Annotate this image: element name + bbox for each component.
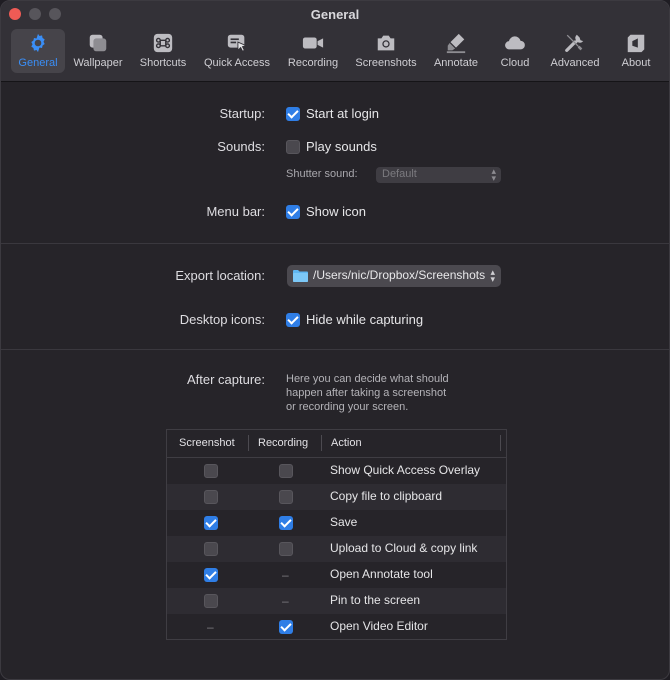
table-row: Show Quick Access Overlay [167,458,506,484]
title-bar: General General Wallpaper Shortcuts Quic… [1,1,669,82]
sounds-label: Sounds: [217,139,265,154]
chevron-updown-icon: ▴ ▾ [490,267,495,284]
after-capture-description: Here you can decide what should happen a… [286,372,486,414]
window-title: General [310,7,360,22]
tab-shortcuts[interactable]: Shortcuts [135,29,191,73]
action-label: Show Quick Access Overlay [330,463,481,477]
marker-icon [446,33,466,54]
show-icon-label: Show icon [306,204,366,219]
menu-bar-label: Menu bar: [206,204,265,219]
tab-annotate[interactable]: Annotate [429,29,483,73]
not-applicable-dash: – [282,568,289,582]
screenshot-action-checkbox[interactable] [204,490,218,504]
chevron-updown-icon: ▴ ▾ [491,166,496,183]
after-capture-label: After capture: [186,372,265,387]
tab-cloud-label: Cloud [500,57,530,69]
camera-icon [377,35,395,51]
column-header-recording[interactable]: Recording [258,437,308,449]
action-label: Copy file to clipboard [330,489,443,503]
table-header: Screenshot Recording Action [167,430,506,458]
section-divider [1,243,669,244]
screenshot-action-checkbox[interactable] [204,568,218,582]
table-row: – Open Video Editor [167,614,506,640]
folder-icon [293,270,308,282]
tab-recording[interactable]: Recording [283,29,343,73]
tab-about[interactable]: About [615,29,657,73]
not-applicable-dash: – [282,594,289,608]
show-icon-checkbox[interactable] [286,205,300,219]
column-header-action[interactable]: Action [331,437,362,449]
tab-wallpaper[interactable]: Wallpaper [69,29,127,73]
cloud-icon [505,36,525,50]
export-location-label: Export location: [175,268,265,283]
recording-action-checkbox[interactable] [279,620,293,634]
recording-action-checkbox[interactable] [279,464,293,478]
screenshot-action-checkbox[interactable] [204,594,218,608]
about-icon [627,34,645,53]
after-capture-desc-line: or recording your screen. [286,401,409,413]
preferences-toolbar: General Wallpaper Shortcuts Quick Access… [1,29,669,75]
preferences-window: General General Wallpaper Shortcuts Quic… [0,0,670,680]
tab-screenshots-label: Screenshots [355,57,417,69]
table-row: Save [167,510,506,536]
table-row: – Open Annotate tool [167,562,506,588]
hide-while-capturing-label: Hide while capturing [306,312,424,327]
table-row: Copy file to clipboard [167,484,506,510]
startup-label: Startup: [219,106,265,121]
tab-recording-label: Recording [287,57,339,69]
quick-access-icon [227,34,248,52]
recording-action-checkbox[interactable] [279,542,293,556]
gear-icon [31,33,45,53]
screenshot-action-checkbox[interactable] [204,464,218,478]
shutter-sound-label: Shutter sound: [286,168,358,180]
tab-advanced-label: Advanced [550,57,600,69]
video-camera-icon [302,37,324,49]
screenshot-action-checkbox[interactable] [204,516,218,530]
after-capture-table: Screenshot Recording Action Show Quick A… [166,429,507,640]
table-row: – Pin to the screen [167,588,506,614]
column-header-screenshot[interactable]: Screenshot [179,437,235,449]
column-divider [500,435,501,451]
tab-advanced[interactable]: Advanced [545,29,605,73]
screenshot-action-checkbox[interactable] [204,542,218,556]
command-key-icon [153,33,173,53]
tab-screenshots[interactable]: Screenshots [351,29,421,73]
table-row: Upload to Cloud & copy link [167,536,506,562]
action-label: Pin to the screen [330,593,421,607]
action-label: Save [330,515,358,529]
tab-shortcuts-label: Shortcuts [139,57,187,69]
desktop-icons-label: Desktop icons: [179,312,265,327]
recording-action-checkbox[interactable] [279,516,293,530]
after-capture-desc-line: Here you can decide what should [286,373,449,385]
tab-quick-access[interactable]: Quick Access [199,29,275,73]
tab-about-label: About [621,57,651,69]
tab-general[interactable]: General [11,29,65,73]
export-location-select[interactable]: /Users/nic/Dropbox/Screenshots ▴ ▾ [287,265,501,287]
tab-cloud[interactable]: Cloud [493,29,537,73]
column-divider [321,435,322,451]
tab-quick-access-label: Quick Access [203,57,271,69]
start-at-login-label: Start at login [306,106,379,121]
play-sounds-label: Play sounds [306,139,377,154]
shutter-sound-select[interactable]: Default ▴ ▾ [376,167,501,183]
general-settings-pane: Startup: Start at login Sounds: Play sou… [1,82,669,679]
wallpaper-icon [89,34,107,52]
action-label: Open Video Editor [330,619,428,633]
after-capture-desc-line: happen after taking a screenshot [286,387,447,399]
export-location-value: /Users/nic/Dropbox/Screenshots [313,268,486,282]
tools-icon [565,34,584,52]
column-divider [248,435,249,451]
tab-wallpaper-label: Wallpaper [73,57,123,69]
play-sounds-checkbox[interactable] [286,140,300,154]
action-label: Open Annotate tool [330,567,433,581]
not-applicable-dash: – [207,620,214,634]
action-label: Upload to Cloud & copy link [330,541,478,555]
tab-annotate-label: Annotate [433,57,479,69]
recording-action-checkbox[interactable] [279,490,293,504]
hide-while-capturing-checkbox[interactable] [286,313,300,327]
start-at-login-checkbox[interactable] [286,107,300,121]
section-divider [1,349,669,350]
tab-general-label: General [18,57,58,69]
shutter-sound-value: Default [382,168,417,180]
